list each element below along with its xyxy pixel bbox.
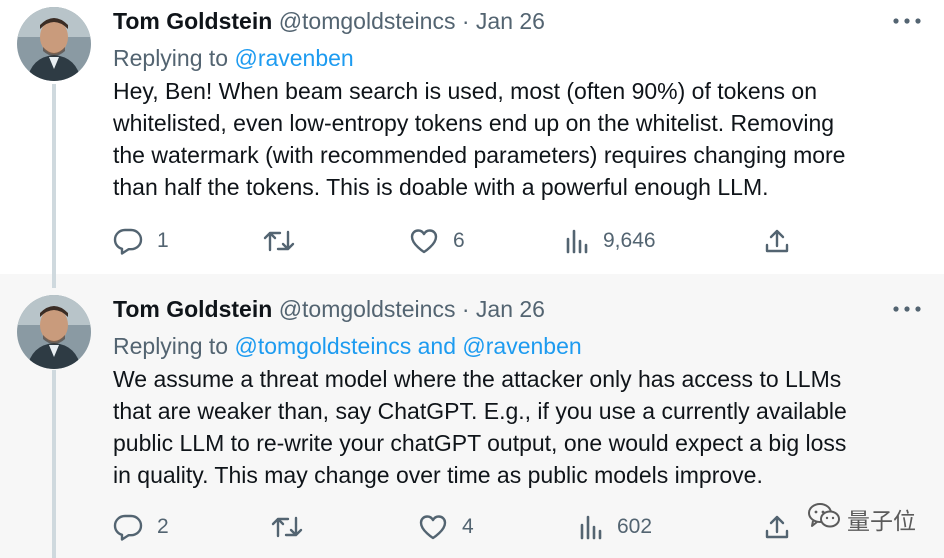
views-icon — [565, 228, 589, 254]
tweet-date[interactable]: Jan 26 — [476, 8, 545, 34]
author-name[interactable]: Tom Goldstein — [113, 296, 272, 322]
replying-to: Replying to @tomgoldsteincs and @ravenbe… — [113, 331, 924, 361]
author-handle[interactable]: @tomgoldsteincs — [279, 296, 456, 322]
retweet-button[interactable] — [263, 224, 309, 258]
like-icon — [409, 228, 439, 254]
like-button[interactable]: 4 — [418, 510, 474, 544]
mention-link[interactable]: @tomgoldsteincs — [234, 333, 411, 359]
share-button[interactable] — [763, 224, 791, 258]
tweet-thread: Tom Goldstein @tomgoldsteincs · Jan 26 R… — [0, 0, 944, 558]
replying-to-label: Replying to — [113, 45, 235, 71]
views-button[interactable]: 9,646 — [565, 224, 656, 258]
share-icon — [763, 227, 791, 255]
reply-button[interactable]: 1 — [113, 224, 169, 258]
tweet-text: We assume a threat model where the attac… — [113, 366, 847, 488]
header-separator: · — [461, 296, 470, 322]
like-count: 6 — [453, 229, 465, 252]
retweet-button[interactable] — [271, 510, 317, 544]
header-separator: · — [461, 8, 470, 34]
reply-count: 2 — [157, 515, 169, 538]
tweet-text: Hey, Ben! When beam search is used, most… — [113, 78, 846, 200]
watermark: 量子位 — [807, 502, 916, 536]
more-icon[interactable] — [890, 10, 924, 32]
reply-count: 1 — [157, 229, 169, 252]
tweet-1[interactable]: Tom Goldstein @tomgoldsteincs · Jan 26 R… — [0, 0, 944, 274]
retweet-icon — [271, 514, 303, 540]
thread-connector-line — [52, 84, 56, 274]
mention-link[interactable]: @ravenben — [462, 333, 581, 359]
like-count: 4 — [462, 515, 474, 538]
reply-button[interactable]: 2 — [113, 510, 169, 544]
tweet-2[interactable]: Tom Goldstein @tomgoldsteincs · Jan 26 R… — [0, 274, 944, 558]
retweet-icon — [263, 228, 295, 254]
share-button[interactable] — [763, 510, 791, 544]
author-handle[interactable]: @tomgoldsteincs — [279, 8, 456, 34]
like-icon — [418, 514, 448, 540]
tweet-header: Tom Goldstein @tomgoldsteincs · Jan 26 — [113, 6, 924, 36]
views-button[interactable]: 602 — [579, 510, 652, 544]
more-icon[interactable] — [890, 298, 924, 320]
avatar[interactable] — [17, 295, 91, 369]
mention-joiner: and — [411, 333, 463, 359]
views-count: 9,646 — [603, 229, 656, 252]
action-bar: 1 6 9,646 — [113, 224, 803, 258]
replying-to-label: Replying to — [113, 333, 235, 359]
reply-icon — [113, 513, 143, 541]
reply-icon — [113, 227, 143, 255]
watermark-text: 量子位 — [847, 509, 916, 535]
wechat-icon — [807, 502, 841, 536]
views-icon — [579, 514, 603, 540]
views-count: 602 — [617, 515, 653, 538]
thread-connector-line — [52, 370, 56, 558]
replying-to: Replying to @ravenben — [113, 43, 924, 73]
thread-connector-line — [52, 274, 56, 288]
action-bar: 2 4 602 — [113, 510, 803, 544]
author-name[interactable]: Tom Goldstein — [113, 8, 272, 34]
like-button[interactable]: 6 — [409, 224, 465, 258]
avatar[interactable] — [17, 7, 91, 81]
tweet-header: Tom Goldstein @tomgoldsteincs · Jan 26 — [113, 294, 924, 324]
share-icon — [763, 513, 791, 541]
tweet-date[interactable]: Jan 26 — [476, 296, 545, 322]
mention-link[interactable]: @ravenben — [234, 45, 353, 71]
